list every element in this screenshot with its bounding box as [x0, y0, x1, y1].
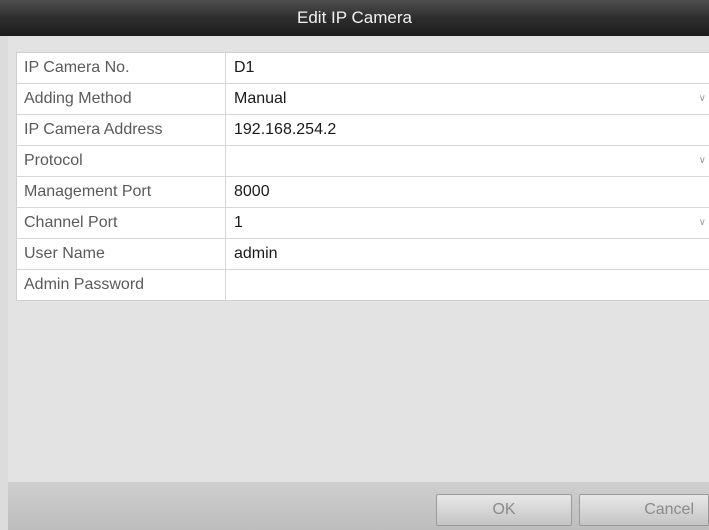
management-port-label: Management Port [17, 177, 226, 207]
edit-ip-camera-dialog: Edit IP Camera IP Camera No. D1 Adding M… [0, 0, 709, 530]
camera-settings-form: IP Camera No. D1 Adding Method Manual ∨ … [16, 52, 709, 301]
row-channel-port: Channel Port 1 ∨ [17, 208, 709, 239]
row-ip-camera-address: IP Camera Address 192.168.254.2 [17, 115, 709, 146]
management-port-field[interactable]: 8000 [226, 177, 709, 207]
admin-password-label: Admin Password [17, 270, 226, 300]
adding-method-select[interactable]: Manual ∨ [226, 84, 709, 114]
row-adding-method: Adding Method Manual ∨ [17, 84, 709, 115]
dialog-content: IP Camera No. D1 Adding Method Manual ∨ … [8, 36, 709, 482]
user-name-label: User Name [17, 239, 226, 269]
admin-password-field[interactable] [226, 270, 709, 300]
row-protocol: Protocol ∨ [17, 146, 709, 177]
ip-camera-address-field[interactable]: 192.168.254.2 [226, 115, 709, 145]
user-name-field[interactable]: admin [226, 239, 709, 269]
adding-method-value: Manual [234, 90, 287, 107]
channel-port-value: 1 [234, 214, 243, 231]
cancel-button[interactable]: Cancel [579, 494, 709, 526]
channel-port-select[interactable]: 1 ∨ [226, 208, 709, 238]
dialog-title: Edit IP Camera [0, 0, 709, 36]
chevron-down-icon[interactable]: ∨ [699, 84, 706, 114]
row-management-port: Management Port 8000 [17, 177, 709, 208]
ip-camera-address-label: IP Camera Address [17, 115, 226, 145]
protocol-label: Protocol [17, 146, 226, 176]
protocol-select[interactable]: ∨ [226, 146, 709, 176]
chevron-down-icon[interactable]: ∨ [699, 146, 706, 176]
ip-camera-no-field[interactable]: D1 [226, 53, 709, 83]
row-user-name: User Name admin [17, 239, 709, 270]
dialog-footer: OK Cancel [8, 482, 709, 530]
row-ip-camera-no: IP Camera No. D1 [17, 53, 709, 84]
channel-port-label: Channel Port [17, 208, 226, 238]
ip-camera-no-label: IP Camera No. [17, 53, 226, 83]
ok-button[interactable]: OK [436, 494, 572, 526]
chevron-down-icon[interactable]: ∨ [699, 208, 706, 238]
row-admin-password: Admin Password [17, 270, 709, 300]
adding-method-label: Adding Method [17, 84, 226, 114]
